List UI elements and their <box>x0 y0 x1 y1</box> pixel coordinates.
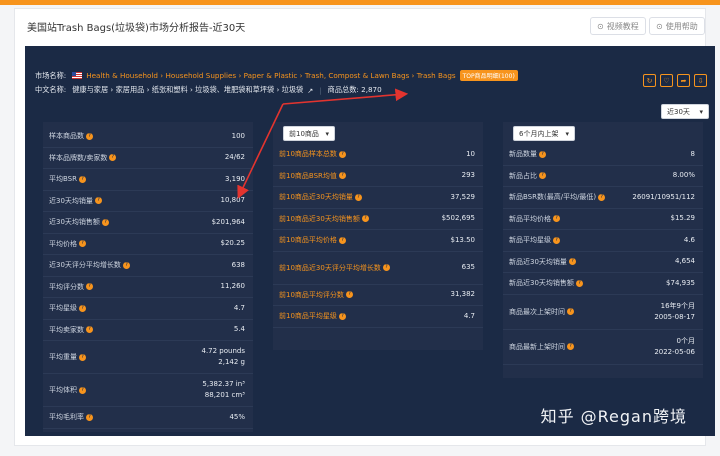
help-icon: ⊙ <box>656 21 663 31</box>
arrow-to-avg-sales <box>237 103 284 199</box>
help-button[interactable]: ⊙ 使用帮助 <box>649 17 705 35</box>
report-card: 美国站Trash Bags(垃圾袋)市场分析报告-近30天 ⊙ 视频教程 ⊙ 使… <box>14 8 715 446</box>
annotation-arrows <box>237 88 409 199</box>
watermark: 知乎 @Regan跨境 <box>541 403 687 427</box>
help-label: 使用帮助 <box>665 21 698 31</box>
watermark-text: 知乎 @Regan跨境 <box>540 407 687 426</box>
play-icon: ⊙ <box>597 21 604 31</box>
analysis-panel: 市场名称: Health & Household › Household Sup… <box>25 46 715 436</box>
arrow-to-total <box>282 88 409 105</box>
top-accent-bar <box>0 0 720 5</box>
page-title: 美国站Trash Bags(垃圾袋)市场分析报告-近30天 <box>27 23 246 34</box>
video-tutorial-label: 视频教程 <box>606 21 639 31</box>
video-tutorial-button[interactable]: ⊙ 视频教程 <box>590 17 646 35</box>
